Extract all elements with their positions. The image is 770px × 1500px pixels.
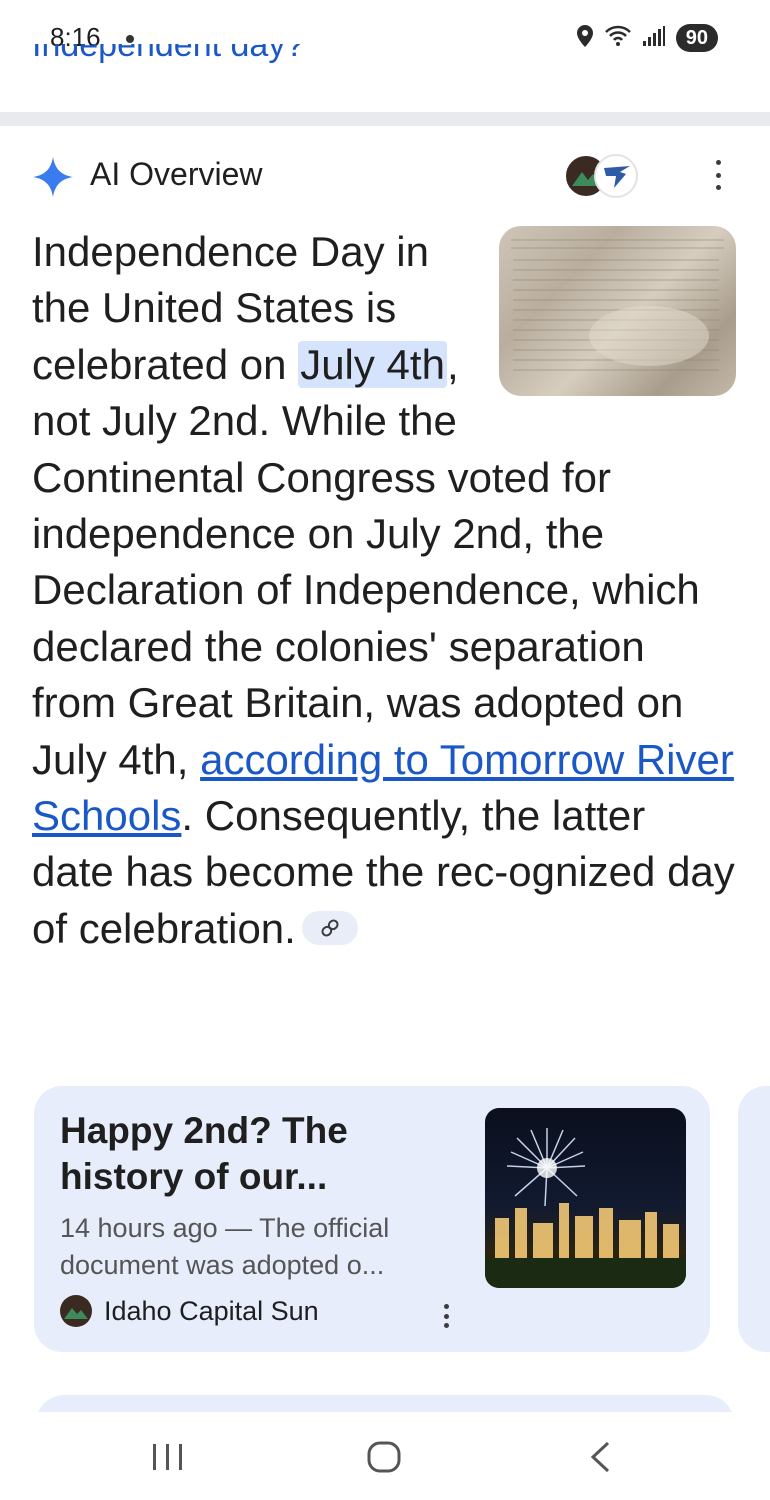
ai-overview-text: Independence Day in the United States is… <box>32 224 736 957</box>
fireworks-city-image[interactable] <box>485 1108 686 1288</box>
system-navigation-bar <box>0 1412 770 1500</box>
ai-text-part2: , not July 2nd. While the Continental Co… <box>32 340 700 783</box>
result-card-more-icon[interactable] <box>442 1304 450 1328</box>
result-card-source: Idaho Capital Sun <box>60 1294 319 1328</box>
home-button[interactable] <box>354 1434 414 1480</box>
result-card-source-name: Idaho Capital Sun <box>104 1295 319 1326</box>
declaration-document-image[interactable] <box>499 226 736 396</box>
source-avatars[interactable] <box>564 154 674 198</box>
result-card-title[interactable]: Happy 2nd? The history of our... <box>60 1108 460 1200</box>
result-card[interactable]: Happy 2nd? The history of our... 14 hour… <box>34 1086 710 1352</box>
source-avatar-falcon-icon <box>594 154 638 198</box>
ai-overview-title: AI Overview <box>90 156 263 192</box>
home-icon <box>367 1441 401 1473</box>
next-result-card-peek[interactable] <box>738 1086 770 1352</box>
ai-overview-more-icon[interactable] <box>708 160 728 190</box>
result-card-snippet: 14 hours ago — The official document was… <box>60 1213 390 1280</box>
answer-highlight: July 4th <box>298 340 447 388</box>
idaho-capital-sun-logo-icon <box>60 1295 92 1327</box>
ai-overview-header: AI Overview <box>32 150 742 200</box>
section-divider <box>0 112 770 126</box>
search-query-text: Independent day? <box>32 44 305 64</box>
back-icon <box>590 1441 610 1473</box>
back-button[interactable] <box>570 1434 630 1480</box>
ai-sparkle-icon <box>32 156 74 203</box>
citation-link-icon[interactable] <box>301 910 358 945</box>
notification-dot-icon <box>126 35 134 43</box>
search-query-cutoff[interactable]: Independent day? <box>32 44 732 84</box>
recent-apps-icon <box>153 1444 182 1470</box>
recent-apps-button[interactable] <box>138 1434 198 1480</box>
